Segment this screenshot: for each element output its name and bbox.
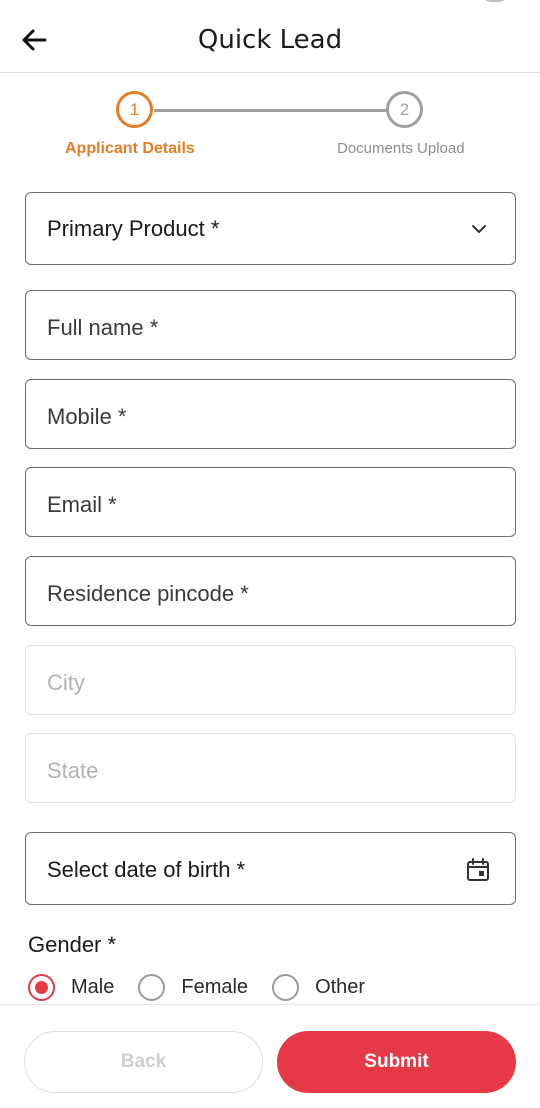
mobile-field[interactable]: Mobile * — [25, 379, 516, 449]
chevron-down-icon — [472, 225, 486, 233]
city-placeholder: City — [47, 670, 85, 695]
gender-radio-group: Male Female Other — [28, 972, 389, 1002]
back-button[interactable]: Back — [24, 1031, 263, 1093]
pincode-field[interactable]: Residence pincode * — [25, 556, 516, 626]
gender-other-label[interactable]: Other — [315, 976, 365, 999]
mobile-placeholder: Mobile * — [47, 404, 127, 429]
submit-button[interactable]: Submit — [277, 1031, 516, 1093]
pincode-placeholder: Residence pincode * — [47, 581, 249, 606]
dob-label: Select date of birth * — [47, 857, 246, 882]
step-1-indicator: 1 — [116, 91, 153, 128]
status-decoration — [480, 0, 510, 2]
step-2-label: Documents Upload — [337, 140, 465, 157]
gender-male-label[interactable]: Male — [71, 976, 114, 999]
gender-female-label[interactable]: Female — [181, 976, 248, 999]
full-name-field[interactable]: Full name * — [25, 290, 516, 360]
page-title: Quick Lead — [197, 25, 343, 55]
state-field: State — [25, 733, 516, 803]
progress-stepper: 1 2 Applicant Details Documents Upload — [0, 88, 540, 168]
primary-product-label: Primary Product * — [47, 216, 220, 241]
footer-divider — [0, 1004, 540, 1005]
gender-male-radio[interactable] — [28, 973, 55, 1001]
primary-product-select[interactable]: Primary Product * — [25, 192, 516, 265]
calendar-icon — [467, 858, 489, 881]
stepper-connector — [154, 109, 388, 112]
full-name-placeholder: Full name * — [47, 315, 159, 340]
email-field[interactable]: Email * — [25, 467, 516, 537]
gender-other-radio[interactable] — [272, 973, 300, 1001]
state-placeholder: State — [47, 758, 99, 783]
step-2-indicator: 2 — [386, 91, 423, 128]
app-header: Quick Lead — [0, 0, 540, 73]
city-field: City — [25, 645, 516, 715]
email-placeholder: Email * — [47, 492, 117, 517]
gender-title: Gender * — [28, 932, 117, 957]
gender-female-radio[interactable] — [138, 973, 166, 1001]
step-1-label: Applicant Details — [65, 140, 195, 157]
dob-picker[interactable]: Select date of birth * — [25, 832, 516, 905]
